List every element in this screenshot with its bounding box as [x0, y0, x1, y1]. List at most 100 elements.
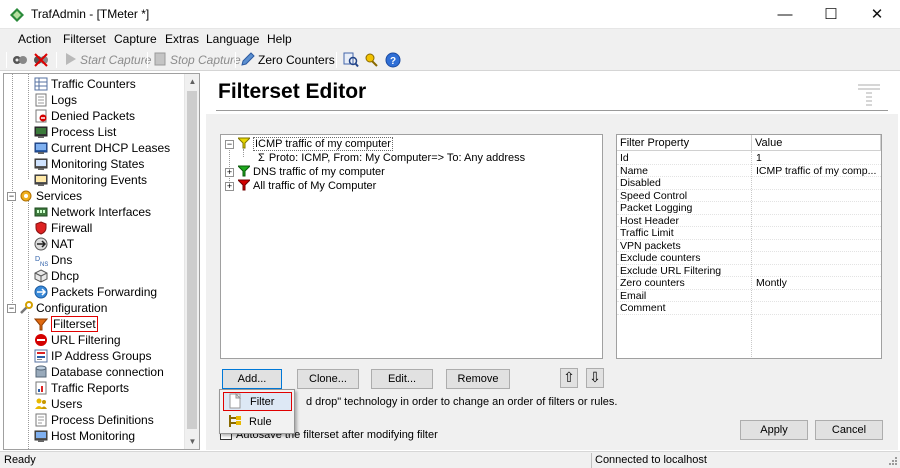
value-column-header[interactable]: Value — [752, 135, 881, 151]
stop-capture-button[interactable]: Stop Capture — [152, 51, 241, 69]
scroll-down-icon[interactable]: ▼ — [185, 434, 199, 449]
dhcp-icon — [34, 269, 48, 283]
editor-content: − ICMP traffic of my computer Σ Proto: IC… — [206, 114, 898, 450]
property-value[interactable] — [756, 177, 880, 190]
tree-item-logs[interactable]: Logs — [34, 92, 77, 108]
monitoring-states-icon — [34, 158, 48, 170]
filter-expander[interactable]: − — [225, 140, 234, 149]
configuration-expander[interactable]: − — [7, 304, 16, 313]
tree-item-dns[interactable]: D NS Dns — [34, 252, 72, 268]
move-up-button[interactable]: ⇧ — [560, 368, 578, 388]
property-value[interactable] — [756, 302, 880, 315]
filter-item-dns[interactable]: DNS traffic of my computer — [236, 165, 385, 179]
connect-icon[interactable] — [12, 52, 28, 68]
filter-expander[interactable]: + — [225, 168, 234, 177]
property-row[interactable]: Traffic Limit — [617, 227, 881, 240]
tree-item-network-interfaces[interactable]: Network Interfaces — [34, 204, 151, 220]
tree-item-host-monitoring[interactable]: Host Monitoring — [34, 428, 135, 444]
tree-item-dhcp-leases[interactable]: Current DHCP Leases — [34, 140, 170, 156]
property-value[interactable] — [756, 290, 880, 303]
property-column-header[interactable]: Filter Property — [617, 135, 752, 151]
connection-status: Connected to localhost — [591, 453, 887, 468]
menu-extras[interactable]: Extras — [165, 32, 199, 46]
maximize-button[interactable]: ☐ — [808, 0, 854, 29]
key-icon[interactable] — [364, 52, 380, 68]
property-row[interactable]: Host Header — [617, 215, 881, 228]
filter-expander[interactable]: + — [225, 182, 234, 191]
filter-item-all-traffic[interactable]: All traffic of My Computer — [236, 179, 376, 193]
tree-item-nat[interactable]: NAT — [34, 236, 74, 252]
tree-item-services[interactable]: Services — [19, 188, 82, 204]
add-button[interactable]: Add... — [222, 369, 282, 389]
property-row[interactable]: Exclude URL Filtering — [617, 265, 881, 278]
tree-item-process-definitions[interactable]: Process Definitions — [34, 412, 154, 428]
property-value[interactable] — [756, 202, 880, 215]
property-row[interactable]: Packet Logging — [617, 202, 881, 215]
property-value[interactable] — [756, 265, 880, 278]
menu-filterset[interactable]: Filterset — [63, 32, 106, 46]
property-row[interactable]: Comment — [617, 302, 881, 315]
tree-item-monitoring-states[interactable]: Monitoring States — [34, 156, 144, 172]
property-value[interactable]: ICMP traffic of my comp... — [756, 165, 880, 178]
disconnect-icon[interactable] — [33, 52, 49, 68]
tree-item-traffic-counters[interactable]: Traffic Counters — [34, 76, 136, 92]
menu-help[interactable]: Help — [267, 32, 292, 46]
clone-button[interactable]: Clone... — [297, 369, 359, 389]
property-row[interactable]: VPN packets — [617, 240, 881, 253]
edit-button[interactable]: Edit... — [371, 369, 433, 389]
add-rule-menu-item[interactable]: Rule — [223, 413, 292, 432]
tree-item-monitoring-events[interactable]: Monitoring Events — [34, 172, 147, 188]
tree-item-configuration[interactable]: Configuration — [19, 300, 107, 316]
tree-item-dhcp[interactable]: Dhcp — [34, 268, 79, 284]
property-row[interactable]: Exclude counters — [617, 252, 881, 265]
scroll-thumb[interactable] — [187, 91, 197, 429]
zero-counters-button[interactable]: Zero Counters — [240, 51, 335, 69]
filter-item-icmp[interactable]: ICMP traffic of my computer — [236, 137, 393, 151]
property-row[interactable]: Speed Control — [617, 190, 881, 203]
services-expander[interactable]: − — [7, 192, 16, 201]
property-row[interactable]: Zero counters Montly — [617, 277, 881, 290]
new-filter-icon — [229, 393, 242, 409]
filter-tree[interactable]: − ICMP traffic of my computer Σ Proto: IC… — [220, 134, 603, 359]
tree-item-filterset[interactable]: Filterset — [34, 316, 98, 332]
property-value[interactable] — [756, 215, 880, 228]
add-filter-menu-item[interactable]: Filter — [223, 392, 292, 411]
search-icon[interactable] — [343, 52, 359, 68]
property-value[interactable] — [756, 240, 880, 253]
resize-grip-icon[interactable] — [886, 456, 898, 468]
minimize-button[interactable]: — — [762, 0, 808, 29]
tree-item-users[interactable]: Users — [34, 396, 82, 412]
property-grid[interactable]: Filter Property Value Id 1 Name ICMP traffi… — [616, 134, 882, 359]
property-value[interactable]: 1 — [756, 152, 880, 165]
remove-button[interactable]: Remove — [446, 369, 510, 389]
help-icon[interactable]: ? — [385, 52, 401, 68]
tree-item-process-list[interactable]: Process List — [34, 124, 116, 140]
cancel-button[interactable]: Cancel — [815, 420, 883, 440]
tree-item-url-filtering[interactable]: URL Filtering — [34, 332, 121, 348]
property-row[interactable]: Disabled — [617, 177, 881, 190]
tree-item-database-connection[interactable]: Database connection — [34, 364, 164, 380]
tree-item-firewall[interactable]: Firewall — [34, 220, 92, 236]
scroll-up-icon[interactable]: ▲ — [185, 74, 199, 89]
property-row[interactable]: Id 1 — [617, 152, 881, 165]
property-value[interactable]: Montly — [756, 277, 880, 290]
property-row[interactable]: Email — [617, 290, 881, 303]
tree-item-packets-forwarding[interactable]: Packets Forwarding — [34, 284, 157, 300]
tree-item-denied-packets[interactable]: Denied Packets — [34, 108, 135, 124]
navigation-tree[interactable]: Traffic Counters Logs Denied Packets Pro… — [3, 73, 200, 450]
tree-scrollbar[interactable]: ▲ ▼ — [184, 74, 199, 449]
tree-item-ip-address-groups[interactable]: IP Address Groups — [34, 348, 152, 364]
move-down-button[interactable]: ⇩ — [586, 368, 604, 388]
menu-language[interactable]: Language — [206, 32, 259, 46]
property-value[interactable] — [756, 227, 880, 240]
property-value[interactable] — [756, 190, 880, 203]
property-value[interactable] — [756, 252, 880, 265]
menu-capture[interactable]: Capture — [114, 32, 157, 46]
property-row[interactable]: Name ICMP traffic of my comp... — [617, 165, 881, 178]
menu-action[interactable]: Action — [18, 32, 51, 46]
start-capture-button[interactable]: Start Capture — [62, 51, 151, 69]
apply-button[interactable]: Apply — [740, 420, 808, 440]
close-button[interactable]: ✕ — [854, 0, 900, 29]
rule-item-icmp[interactable]: Σ Proto: ICMP, From: My Computer=> To: An… — [258, 151, 525, 165]
tree-item-traffic-reports[interactable]: Traffic Reports — [34, 380, 129, 396]
